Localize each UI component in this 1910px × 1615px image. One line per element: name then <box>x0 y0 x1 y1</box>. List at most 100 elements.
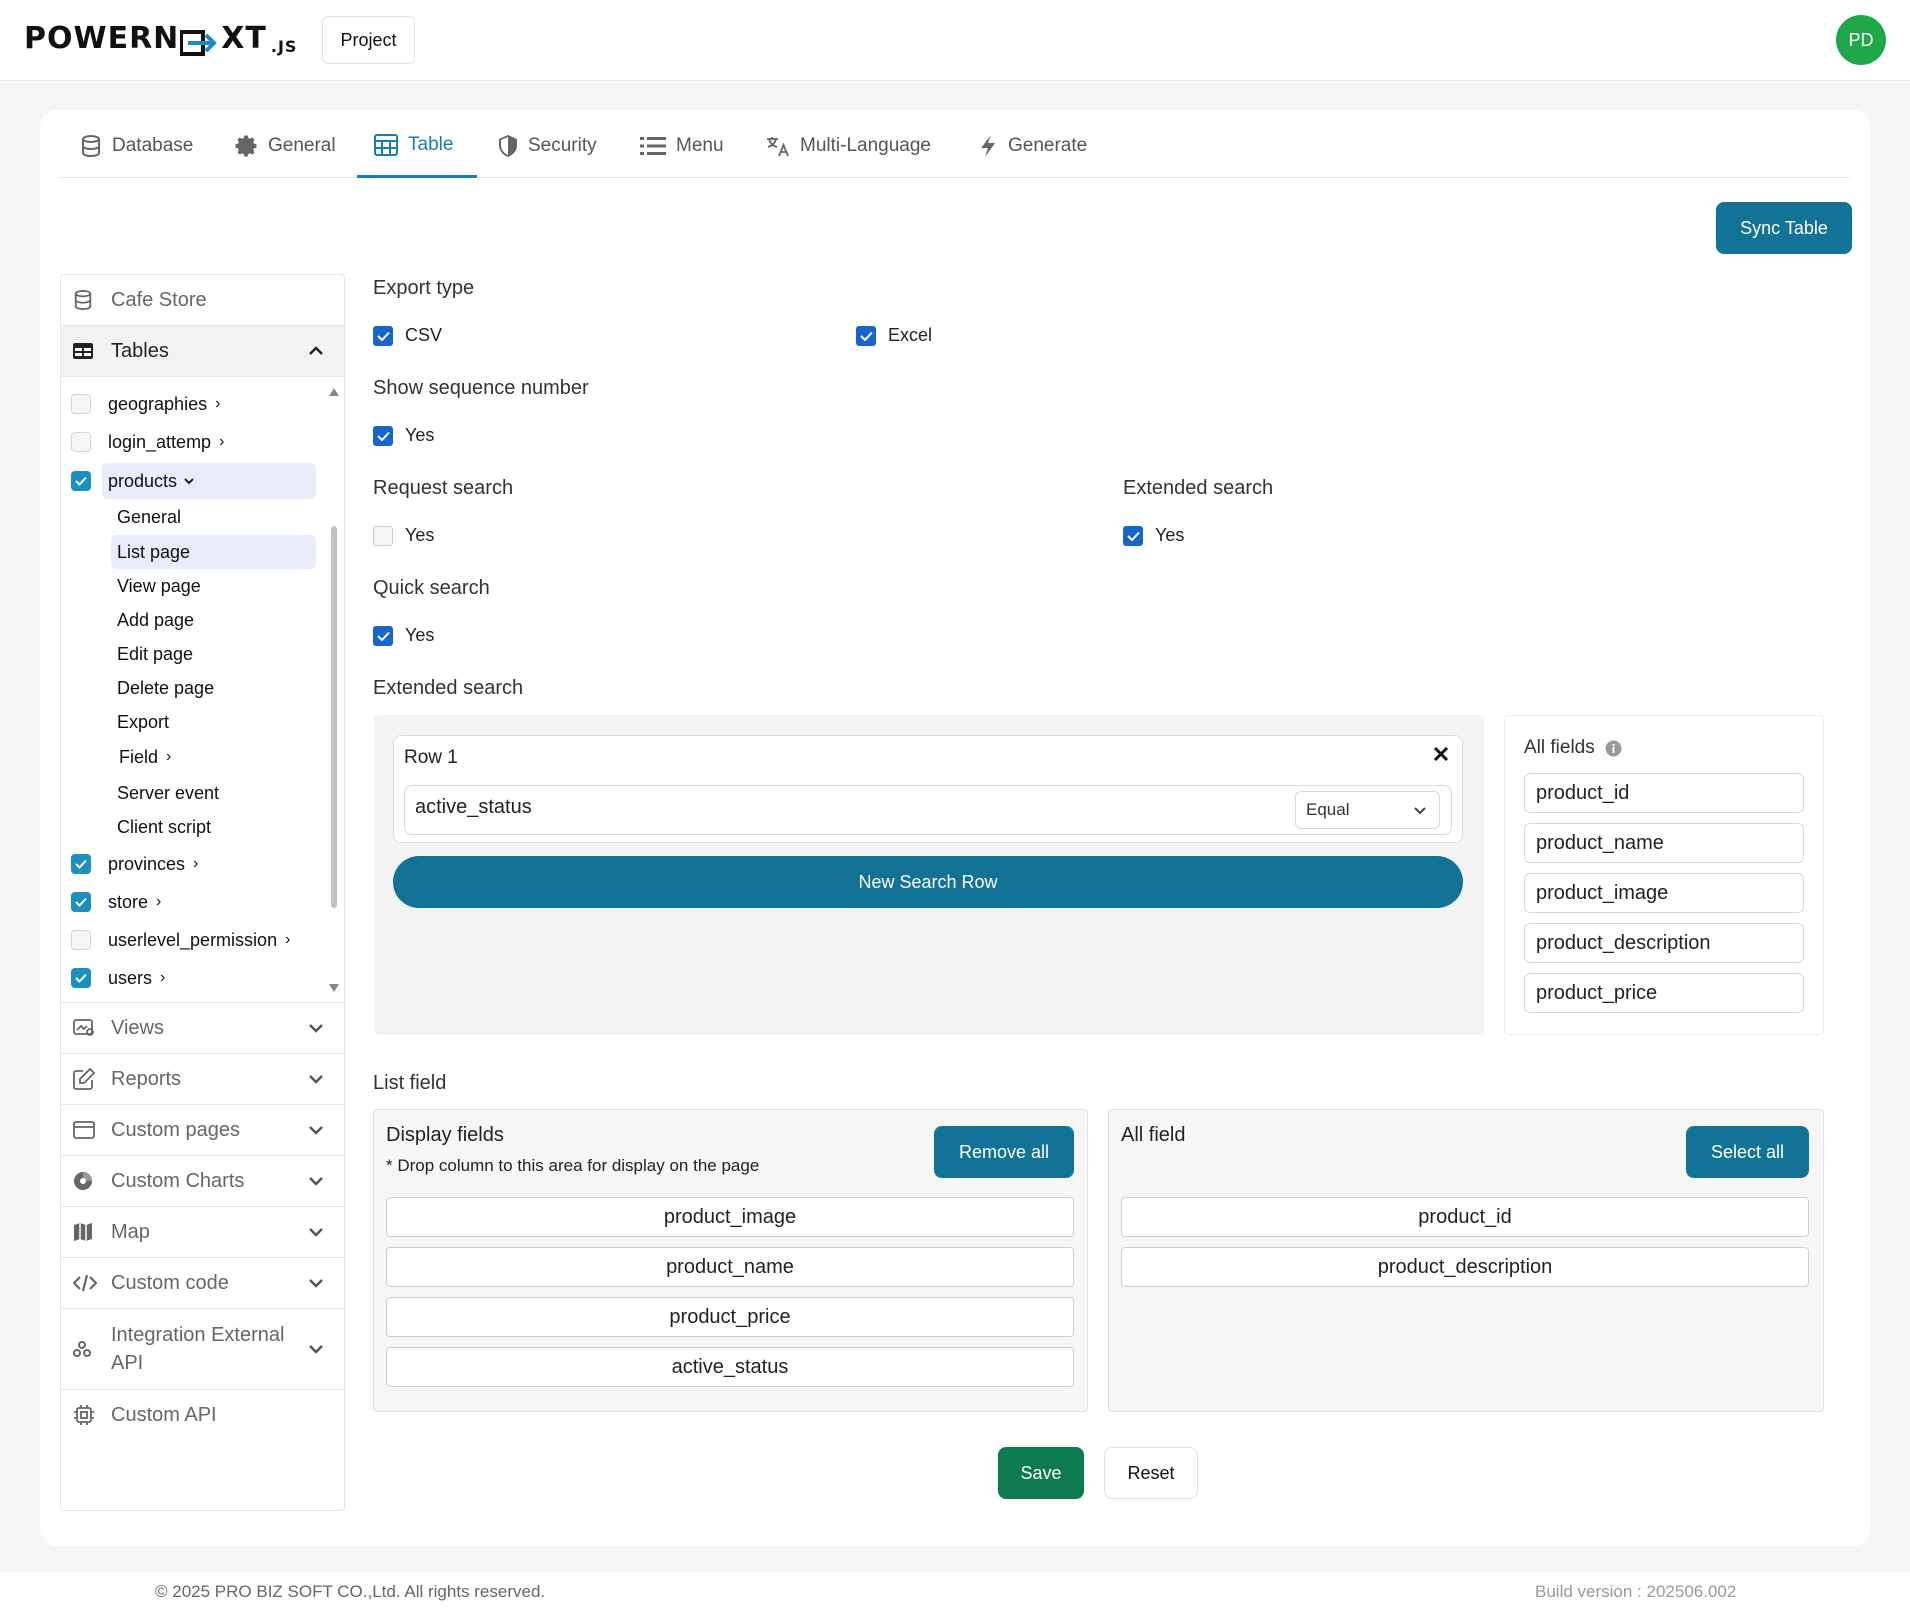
operator-select[interactable]: Equal <box>1295 791 1440 829</box>
display-field-chip[interactable]: product_name <box>386 1247 1074 1287</box>
sidebar-scrollbar[interactable] <box>328 384 340 996</box>
extended-search-checkbox[interactable]: Yes <box>1123 525 1184 546</box>
table-item-store[interactable]: store › <box>71 885 161 919</box>
tab-label: Database <box>112 135 194 156</box>
sidebar-project[interactable]: Cafe Store <box>61 275 344 325</box>
excel-checkbox[interactable]: Excel <box>856 325 932 346</box>
checkbox[interactable] <box>373 625 393 646</box>
tab-menu[interactable]: Menu <box>640 114 724 178</box>
sequence-checkbox[interactable]: Yes <box>373 425 434 446</box>
sidebar-item-custom-code[interactable]: Custom code <box>61 1258 344 1308</box>
subitem-server-event[interactable]: Server event <box>111 777 219 809</box>
sidebar-item-custom-pages[interactable]: Custom pages <box>61 1105 344 1155</box>
new-search-row-button[interactable]: New Search Row <box>393 856 1463 908</box>
table-checkbox[interactable] <box>71 968 91 988</box>
table-name: geographies <box>108 393 208 414</box>
reset-button[interactable]: Reset <box>1104 1447 1198 1499</box>
table-item-geographies[interactable]: geographies › <box>71 387 220 421</box>
table-checkbox[interactable] <box>71 471 91 491</box>
subitem-field[interactable]: Field › <box>111 741 171 773</box>
sidebar-item-integration-api[interactable]: Integration External API <box>61 1309 344 1389</box>
checkbox[interactable] <box>1123 525 1143 546</box>
table-checkbox[interactable] <box>71 930 91 950</box>
field-chip[interactable]: product_name <box>1524 823 1804 863</box>
project-button[interactable]: Project <box>322 16 415 64</box>
sync-table-button[interactable]: Sync Table <box>1716 202 1852 254</box>
all-field-title: All field <box>1121 1124 1186 1146</box>
request-search-checkbox[interactable]: Yes <box>373 525 434 546</box>
table-item-userlevel-permission[interactable]: userlevel_permission › <box>71 923 290 957</box>
quick-search-checkbox[interactable]: Yes <box>373 625 434 646</box>
subitem-delete-page[interactable]: Delete page <box>111 672 214 704</box>
sidebar-item-map[interactable]: Map <box>61 1207 344 1257</box>
report-icon <box>73 1068 95 1090</box>
logo[interactable]: POWERN XT .JS <box>24 21 298 56</box>
display-field-chip[interactable]: product_price <box>386 1297 1074 1337</box>
field-chip[interactable]: product_id <box>1524 773 1804 813</box>
subitem-general[interactable]: General <box>111 501 181 533</box>
sidebar-item-custom-api[interactable]: Custom API <box>61 1390 344 1440</box>
table-checkbox[interactable] <box>71 432 91 452</box>
logo-suffix: .JS <box>270 37 298 56</box>
subitem-add-page[interactable]: Add page <box>111 604 194 636</box>
sidebar-tables-header[interactable]: Tables <box>61 326 344 376</box>
sequence-yes-label: Yes <box>405 425 435 445</box>
checkbox[interactable] <box>373 525 393 546</box>
save-button[interactable]: Save <box>998 1447 1084 1499</box>
tab-database[interactable]: Database <box>80 114 193 178</box>
subitem-edit-page[interactable]: Edit page <box>111 638 193 670</box>
table-item-users[interactable]: users › <box>71 961 165 995</box>
list-field-label: List field <box>373 1072 447 1094</box>
all-field-chip[interactable]: product_description <box>1121 1247 1809 1287</box>
chevron-down-icon <box>308 1278 324 1288</box>
subitem-view-page[interactable]: View page <box>111 570 201 602</box>
checkbox[interactable] <box>373 325 393 346</box>
field-chip[interactable]: product_description <box>1524 923 1804 963</box>
field-chip[interactable]: product_image <box>1524 873 1804 913</box>
table-item-products[interactable]: products <box>71 464 195 498</box>
subitem-client-script[interactable]: Client script <box>111 811 211 843</box>
display-field-chip[interactable]: product_image <box>386 1197 1074 1237</box>
all-fields-header: All fields <box>1524 737 1622 759</box>
subitem-list-page[interactable]: List page <box>111 536 190 568</box>
info-icon[interactable] <box>1605 740 1622 757</box>
sidebar-item-views[interactable]: Views <box>61 1003 344 1053</box>
sidebar-label: Views <box>111 1016 164 1039</box>
excel-label: Excel <box>888 325 933 345</box>
sidebar-item-reports[interactable]: Reports <box>61 1054 344 1104</box>
tab-multi-language[interactable]: Multi-Language <box>766 114 931 178</box>
sidebar-label: Reports <box>111 1067 182 1090</box>
tab-generate[interactable]: Generate <box>978 114 1087 178</box>
table-checkbox[interactable] <box>71 854 91 874</box>
table-checkbox[interactable] <box>71 394 91 414</box>
chevron-down-icon <box>308 1125 324 1135</box>
tab-label: Menu <box>676 135 724 156</box>
tab-security[interactable]: Security <box>498 114 597 178</box>
export-type-label: Export type <box>373 277 475 299</box>
sidebar-item-custom-charts[interactable]: Custom Charts <box>61 1156 344 1206</box>
chevron-down-icon <box>308 1023 324 1033</box>
csv-checkbox[interactable]: CSV <box>373 325 442 346</box>
table-item-login-attemp[interactable]: login_attemp › <box>71 425 224 459</box>
tab-table[interactable]: Table <box>357 114 477 178</box>
table-item-provinces[interactable]: provinces › <box>71 847 198 881</box>
select-all-button[interactable]: Select all <box>1686 1126 1809 1178</box>
field-chip[interactable]: product_price <box>1524 973 1804 1013</box>
logo-text-left: POWERN <box>24 21 180 56</box>
table-checkbox[interactable] <box>71 892 91 912</box>
avatar[interactable]: PD <box>1836 15 1886 65</box>
checkbox[interactable] <box>373 425 393 446</box>
all-field-chip[interactable]: product_id <box>1121 1197 1809 1237</box>
bolt-icon <box>978 134 998 158</box>
close-icon[interactable] <box>1433 746 1449 762</box>
table-name: login_attemp <box>108 431 212 452</box>
table-icon <box>374 133 398 156</box>
checkbox[interactable] <box>856 325 876 346</box>
translate-icon <box>766 135 790 157</box>
display-field-chip[interactable]: active_status <box>386 1347 1074 1387</box>
sidebar-label: Custom pages <box>111 1118 240 1141</box>
tab-general[interactable]: General <box>234 114 336 178</box>
remove-all-button[interactable]: Remove all <box>934 1126 1074 1178</box>
sequence-label: Show sequence number <box>373 377 589 399</box>
subitem-export[interactable]: Export <box>111 706 169 738</box>
